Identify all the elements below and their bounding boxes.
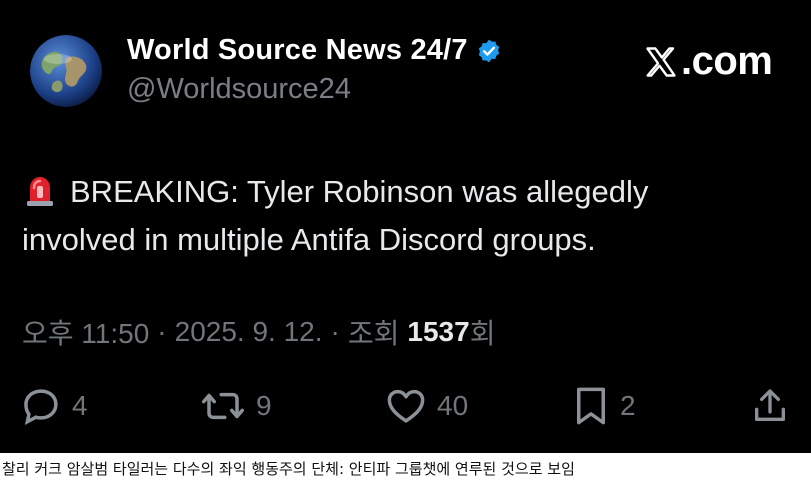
- repost-count: 9: [256, 390, 272, 421]
- reply-icon: [24, 389, 58, 426]
- image-caption: 찰리 커크 암살범 타일러는 다수의 좌익 행동주의 단체: 안티파 그룹챗에 …: [2, 460, 575, 478]
- tweet-date[interactable]: 2025. 9. 12.: [175, 316, 323, 348]
- bookmark-icon: [577, 387, 605, 425]
- heart-icon: [387, 389, 425, 423]
- author-display-name[interactable]: World Source News 24/7: [127, 34, 468, 67]
- bookmark-button[interactable]: 2: [572, 385, 636, 427]
- tweet-text-line2: involved in multiple Antifa Discord grou…: [22, 222, 596, 257]
- views-label: 조회: [347, 318, 400, 349]
- tweet-text: BREAKING: Tyler Robinson was allegedly i…: [22, 168, 782, 264]
- reply-button[interactable]: 4: [20, 385, 88, 427]
- share-button[interactable]: [750, 385, 790, 427]
- x-com-logo: .com: [643, 39, 773, 84]
- brand-label: .com: [681, 39, 773, 83]
- meta-separator: ·: [157, 316, 167, 347]
- tweet-meta: 오후 11:50 · 2025. 9. 12. · 조회 1537 회: [22, 312, 495, 352]
- like-count: 40: [437, 390, 469, 421]
- bookmark-count: 2: [620, 390, 636, 421]
- repost-icon: [202, 392, 244, 420]
- meta-separator: ·: [330, 316, 340, 347]
- globe-avatar[interactable]: [30, 35, 102, 107]
- tweet-actions-bar: 4 9 40 2: [0, 385, 811, 435]
- views-suffix: 회: [469, 318, 496, 349]
- author-handle[interactable]: @Worldsource24: [127, 73, 351, 106]
- author-name-row[interactable]: World Source News 24/7: [127, 34, 502, 67]
- x-logo-icon: [646, 46, 676, 77]
- tweet-text-line1: BREAKING: Tyler Robinson was allegedly: [70, 174, 649, 209]
- tweet-card: World Source News 24/7 @Worldsource24 .c…: [0, 0, 811, 453]
- siren-icon: [22, 172, 58, 208]
- reply-count: 4: [72, 390, 88, 421]
- views-count: 1537: [407, 316, 470, 347]
- repost-button[interactable]: 9: [200, 385, 272, 427]
- share-icon: [755, 389, 785, 421]
- like-button[interactable]: 40: [385, 385, 468, 427]
- tweet-time[interactable]: 오후 11:50: [22, 312, 149, 352]
- verified-badge-icon: [478, 39, 499, 62]
